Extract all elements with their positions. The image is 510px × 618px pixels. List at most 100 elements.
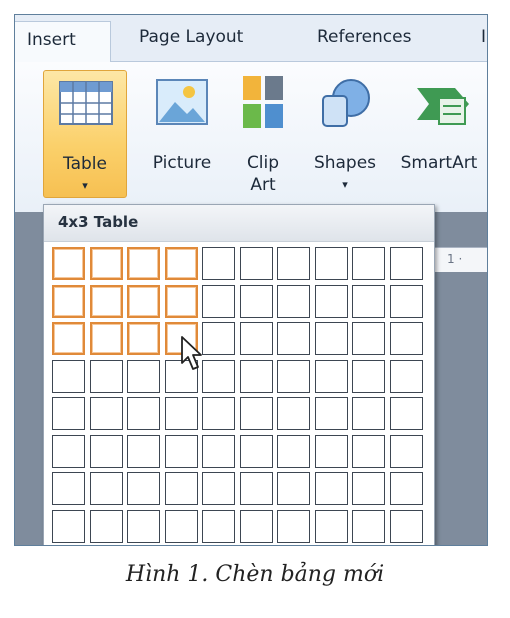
grid-cell[interactable] [389,509,423,543]
picture-button[interactable]: Picture [145,70,219,198]
grid-cell[interactable] [52,322,85,355]
shapes-dropdown-arrow-icon: ▾ [342,178,348,191]
grid-cell[interactable] [52,359,85,393]
grid-cell[interactable] [202,322,235,355]
grid-cell[interactable] [277,472,310,505]
grid-cell[interactable] [202,509,235,543]
grid-cell[interactable] [52,247,85,280]
grid-cell[interactable] [389,284,423,318]
grid-cell[interactable] [89,247,123,280]
grid-cell[interactable] [389,472,423,505]
grid-cell[interactable] [89,322,123,355]
tab-references[interactable]: References [317,27,411,47]
grid-cell[interactable] [389,359,423,393]
grid-cell[interactable] [239,322,273,355]
grid-cell[interactable] [352,284,385,318]
grid-cell[interactable] [352,434,385,468]
grid-cell[interactable] [127,284,160,318]
grid-cell[interactable] [239,434,273,468]
grid-cell[interactable] [277,397,310,430]
grid-cell[interactable] [164,397,198,430]
grid-cell[interactable] [314,434,348,468]
figure-caption: Hình 1. Chèn bảng mới [125,562,385,587]
grid-cell[interactable] [239,284,273,318]
grid-cell[interactable] [239,397,273,430]
grid-cell[interactable] [239,509,273,543]
tab-more[interactable]: I [481,27,486,47]
grid-cell[interactable] [52,472,85,505]
grid-cell[interactable] [239,359,273,393]
grid-cell[interactable] [314,359,348,393]
grid-cell[interactable] [127,247,160,280]
clip-art-button[interactable]: Clip Art [235,70,291,198]
grid-cell[interactable] [352,472,385,505]
grid-cell[interactable] [164,509,198,543]
grid-cell[interactable] [164,284,198,318]
smartart-icon [417,88,469,125]
grid-cell[interactable] [202,434,235,468]
grid-cell[interactable] [89,359,123,393]
grid-cell[interactable] [127,434,160,468]
grid-cell[interactable] [314,247,348,280]
grid-cell[interactable] [127,359,160,393]
grid-cell[interactable] [277,509,310,543]
table-size-label: 4x3 Table [58,213,139,231]
grid-cell[interactable] [389,434,423,468]
table-button[interactable]: Table ▾ [43,70,127,198]
grid-cell[interactable] [127,472,160,505]
mouse-cursor-icon [181,336,202,370]
tab-page-layout[interactable]: Page Layout [139,27,243,47]
grid-cell[interactable] [202,359,235,393]
shapes-button[interactable]: Shapes ▾ [307,70,383,198]
grid-cell[interactable] [352,397,385,430]
grid-cell[interactable] [164,434,198,468]
grid-cell[interactable] [314,509,348,543]
grid-cell[interactable] [202,472,235,505]
grid-cell[interactable] [202,284,235,318]
grid-cell[interactable] [389,322,423,355]
grid-cell[interactable] [314,472,348,505]
grid-cell[interactable] [314,284,348,318]
grid-cell[interactable] [52,397,85,430]
grid-cell[interactable] [164,472,198,505]
grid-cell[interactable] [352,247,385,280]
clip-art-label-1: Clip [246,153,280,173]
grid-cell[interactable] [314,397,348,430]
grid-cell[interactable] [89,397,123,430]
shapes-button-label: Shapes [313,153,377,173]
grid-cell[interactable] [52,434,85,468]
grid-cell[interactable] [127,322,160,355]
grid-cell[interactable] [202,247,235,280]
insert-table-dropdown[interactable]: 4x3 Table [43,204,435,545]
table-icon [59,81,113,125]
grid-cell[interactable] [202,397,235,430]
grid-cell[interactable] [89,434,123,468]
smartart-button[interactable]: SmartArt [391,70,487,198]
grid-cell[interactable] [127,397,160,430]
grid-cell[interactable] [277,434,310,468]
grid-cell[interactable] [239,472,273,505]
grid-cell[interactable] [277,247,310,280]
grid-cell[interactable] [52,509,85,543]
grid-cell[interactable] [352,359,385,393]
grid-cell[interactable] [389,397,423,430]
grid-cell[interactable] [89,472,123,505]
grid-cell[interactable] [52,284,85,318]
grid-cell[interactable] [352,509,385,543]
grid-cell[interactable] [164,247,198,280]
ribbon-insert-panel: Table ▾ Picture Clip Art Shapes ▾ SmartA… [15,62,487,235]
grid-cell[interactable] [127,509,160,543]
grid-cell[interactable] [314,322,348,355]
tab-insert[interactable]: Insert [15,21,111,62]
grid-cell[interactable] [277,284,310,318]
clip-art-label-2: Art [250,175,276,195]
grid-cell[interactable] [352,322,385,355]
grid-cell[interactable] [277,359,310,393]
grid-cell[interactable] [239,247,273,280]
grid-cell[interactable] [277,322,310,355]
ribbon-tab-bar: Insert Page Layout References I [15,15,487,62]
grid-cell[interactable] [389,247,423,280]
dropdown-header: 4x3 Table [44,205,434,242]
grid-cell[interactable] [89,509,123,543]
grid-cell[interactable] [89,284,123,318]
